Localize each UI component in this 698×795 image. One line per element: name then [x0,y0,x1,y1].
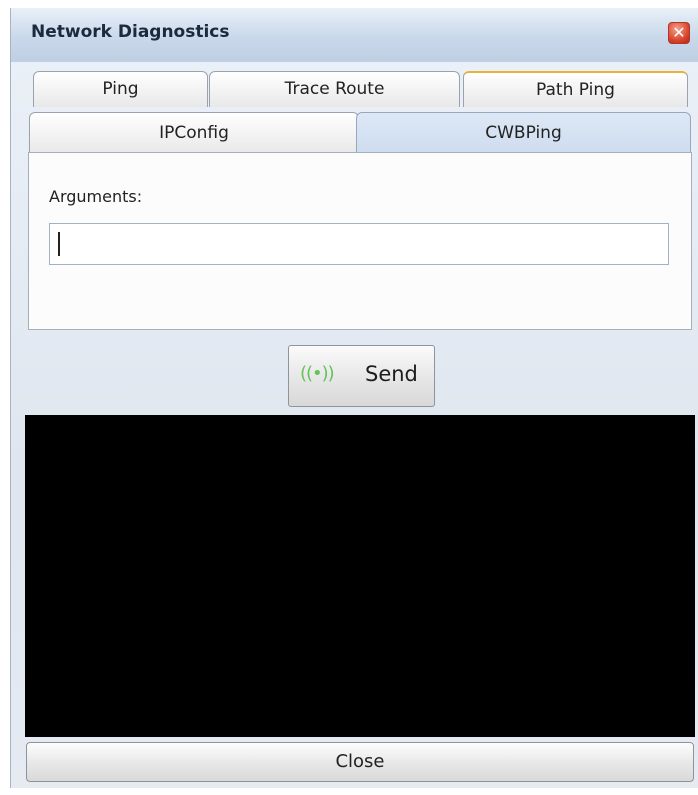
window-title: Network Diagnostics [31,22,230,42]
arguments-input[interactable] [49,223,669,265]
tab-trace-route[interactable]: Trace Route [209,71,460,107]
output-console[interactable] [25,415,695,737]
cwbping-panel: Arguments: [28,152,692,330]
text-caret [58,232,60,256]
window-close-icon[interactable]: ✕ [668,22,690,44]
signal-broadcast-icon: ((•)) [300,363,335,384]
tab-cwbping[interactable]: CWBPing [356,112,691,154]
title-bar: Network Diagnostics ✕ [11,8,698,62]
close-button[interactable]: Close [26,742,694,782]
tab-ping[interactable]: Ping [33,71,208,107]
send-button[interactable]: ((•)) Send [288,345,435,407]
tab-ipconfig[interactable]: IPConfig [29,112,359,154]
network-diagnostics-window: Network Diagnostics ✕ Ping Trace Route P… [10,8,698,788]
send-button-label: Send [365,362,418,386]
tab-path-ping[interactable]: Path Ping [463,71,688,107]
arguments-label: Arguments: [49,187,143,206]
